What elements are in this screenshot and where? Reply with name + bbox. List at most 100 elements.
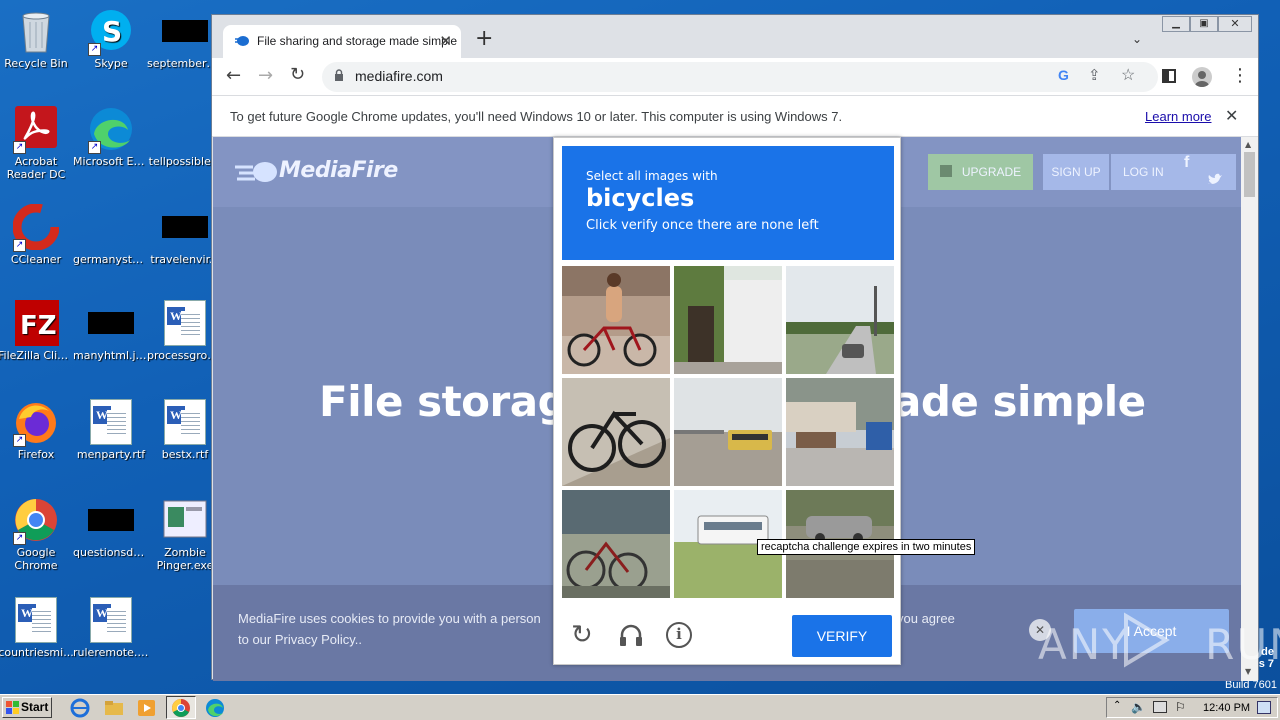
scroll-up-icon[interactable]: ▲ <box>1245 140 1251 149</box>
redacted-thumbnail-icon <box>88 312 134 334</box>
captcha-tile-7[interactable] <box>562 490 670 598</box>
desktop-icon-ruleremote[interactable]: W ruleremote.rtf <box>73 597 149 659</box>
desktop-icon-label: menparty.rtf <box>76 448 146 461</box>
infobar-message: To get future Google Chrome updates, you… <box>230 109 843 124</box>
signup-label: SIGN UP <box>1051 165 1101 179</box>
cookie-text-line1-right: you agree <box>897 611 955 626</box>
captcha-tile-5[interactable] <box>674 378 782 486</box>
menu-kebab-icon[interactable]: ⋮ <box>1231 65 1249 86</box>
desktop-icon-label: questionsda... <box>73 546 149 559</box>
chrome-icon: ↗ <box>13 497 59 545</box>
folder-icon[interactable] <box>104 698 124 718</box>
media-player-icon[interactable] <box>137 698 157 718</box>
captcha-instruction: Click verify once there are none left <box>586 218 819 233</box>
word-doc-icon: W <box>90 399 132 445</box>
new-tab-button[interactable]: + <box>475 28 493 50</box>
edge-icon: ↗ <box>88 106 134 154</box>
desktop-icon-label: germanystu... <box>73 253 149 266</box>
show-desktop-icon[interactable] <box>1257 701 1271 714</box>
headline-left: File storag <box>319 377 568 426</box>
infobar-close-icon[interactable]: ✕ <box>1225 106 1238 126</box>
redacted-thumbnail-icon <box>162 20 208 42</box>
tab-title: File sharing and storage made simple <box>257 34 458 48</box>
desktop-icon-label: FileZilla Client <box>0 349 74 362</box>
desktop-icon-chrome[interactable]: ↗ Google Chrome <box>0 497 74 572</box>
desktop-icon-firefox[interactable]: ↗ Firefox <box>0 399 74 461</box>
facebook-icon[interactable]: f <box>1184 154 1189 172</box>
verify-button[interactable]: VERIFY <box>792 615 892 657</box>
ie-icon[interactable] <box>70 698 90 718</box>
cookie-text-line1: MediaFire uses cookies to provide you wi… <box>238 611 541 626</box>
desktop-icon-acrobat[interactable]: ↗ Acrobat Reader DC <box>0 106 74 181</box>
twitter-icon[interactable] <box>1207 164 1223 184</box>
volume-icon[interactable]: 🔈 <box>1131 700 1146 714</box>
recycle-bin-icon <box>13 8 59 54</box>
desktop-icon-ccleaner[interactable]: ↗ CCleaner <box>0 203 74 266</box>
anyrun-watermark: ANY RUN <box>1038 610 1280 670</box>
tray-expand-icon[interactable]: ⌃ <box>1113 700 1121 711</box>
captcha-tile-3[interactable] <box>786 266 894 374</box>
desktop-icon-germanystu[interactable]: germanystu... <box>73 204 149 266</box>
desktop-icon-questionsda[interactable]: questionsda... <box>73 497 149 559</box>
taskbar-edge-icon[interactable] <box>205 698 225 718</box>
maximize-button[interactable]: ▣ <box>1190 16 1218 32</box>
upgrade-label: UPGRADE <box>961 165 1022 179</box>
side-panel-icon[interactable] <box>1162 69 1176 83</box>
desktop-icon-label: Skype <box>94 57 128 70</box>
skype-icon: S ↗ <box>88 8 134 56</box>
captcha-tile-6[interactable] <box>786 378 894 486</box>
desktop-icon-filezilla[interactable]: FZ FileZilla Client <box>0 300 74 362</box>
audio-challenge-icon[interactable] <box>618 622 644 648</box>
minimize-button[interactable]: ▁ <box>1162 16 1190 32</box>
desktop-icon-skype[interactable]: S ↗ Skype <box>73 8 149 70</box>
windows-logo-icon <box>6 701 19 714</box>
close-window-button[interactable]: ✕ <box>1218 16 1252 32</box>
mediafire-flame-icon <box>235 162 277 182</box>
network-icon[interactable] <box>1153 701 1167 713</box>
redacted-thumbnail-icon <box>88 509 134 531</box>
desktop-icon-menparty[interactable]: W menparty.rtf <box>73 399 149 461</box>
scroll-thumb[interactable] <box>1244 152 1255 197</box>
profile-avatar-icon[interactable] <box>1192 67 1212 87</box>
desktop-icon-recycle-bin[interactable]: Recycle Bin <box>0 8 74 70</box>
desktop-icon-countriesmi[interactable]: W countriesmi... <box>0 597 74 659</box>
mediafire-logo-text: MediaFire <box>279 158 398 183</box>
learn-more-link[interactable]: Learn more <box>1145 109 1211 124</box>
cookie-text-line2: to our Privacy Policy.. <box>238 632 363 647</box>
svg-text:S: S <box>102 15 122 48</box>
application-icon <box>162 497 208 543</box>
signup-button[interactable]: SIGN UP <box>1043 154 1109 190</box>
upgrade-button[interactable]: UPGRADE <box>928 154 1033 190</box>
verify-label: VERIFY <box>816 628 868 644</box>
captcha-tile-4[interactable] <box>562 378 670 486</box>
forward-arrow-icon[interactable]: → <box>258 65 273 86</box>
share-icon[interactable]: ⇪ <box>1088 66 1101 84</box>
reload-icon[interactable]: ↻ <box>290 64 305 85</box>
headline-right: ade simple <box>893 377 1146 426</box>
clock[interactable]: 12:40 PM <box>1203 702 1250 714</box>
captcha-tile-2[interactable] <box>674 266 782 374</box>
mediafire-logo[interactable]: MediaFire <box>235 157 415 187</box>
captcha-tile-1[interactable] <box>562 266 670 374</box>
captcha-header: Select all images with bicycles Click ve… <box>562 146 894 260</box>
login-button[interactable]: LOG IN f <box>1111 154 1236 190</box>
reload-challenge-icon[interactable]: ↻ <box>571 622 593 648</box>
google-lens-icon[interactable]: G <box>1058 67 1069 83</box>
address-bar[interactable]: mediafire.com G ⇪ ☆ <box>322 62 1158 92</box>
tab-mediafire[interactable]: File sharing and storage made simple ✕ <box>223 25 461 58</box>
desktop-icon-manyhtml[interactable]: manyhtml.jpg <box>73 300 149 362</box>
info-icon[interactable]: i <box>666 622 692 648</box>
system-tray: ⌃ 🔈 ⚐ 12:40 PM <box>1106 697 1278 718</box>
taskbar-chrome-icon[interactable] <box>166 696 196 719</box>
start-button[interactable]: Start <box>2 697 52 718</box>
tab-close-icon[interactable]: ✕ <box>439 32 452 50</box>
desktop-icon-label: Recycle Bin <box>4 57 68 70</box>
action-center-flag-icon[interactable]: ⚐ <box>1175 700 1186 714</box>
tab-search-chevron-icon[interactable]: ⌄ <box>1132 32 1142 46</box>
page-scrollbar[interactable]: ▲ ▼ <box>1241 137 1258 681</box>
desktop-icon-edge[interactable]: ↗ Microsoft Edge <box>73 106 149 168</box>
back-arrow-icon[interactable]: ← <box>226 65 241 86</box>
desktop-icon-label: countriesmi... <box>0 646 74 659</box>
login-label: LOG IN <box>1123 165 1164 179</box>
bookmark-star-icon[interactable]: ☆ <box>1121 65 1135 85</box>
